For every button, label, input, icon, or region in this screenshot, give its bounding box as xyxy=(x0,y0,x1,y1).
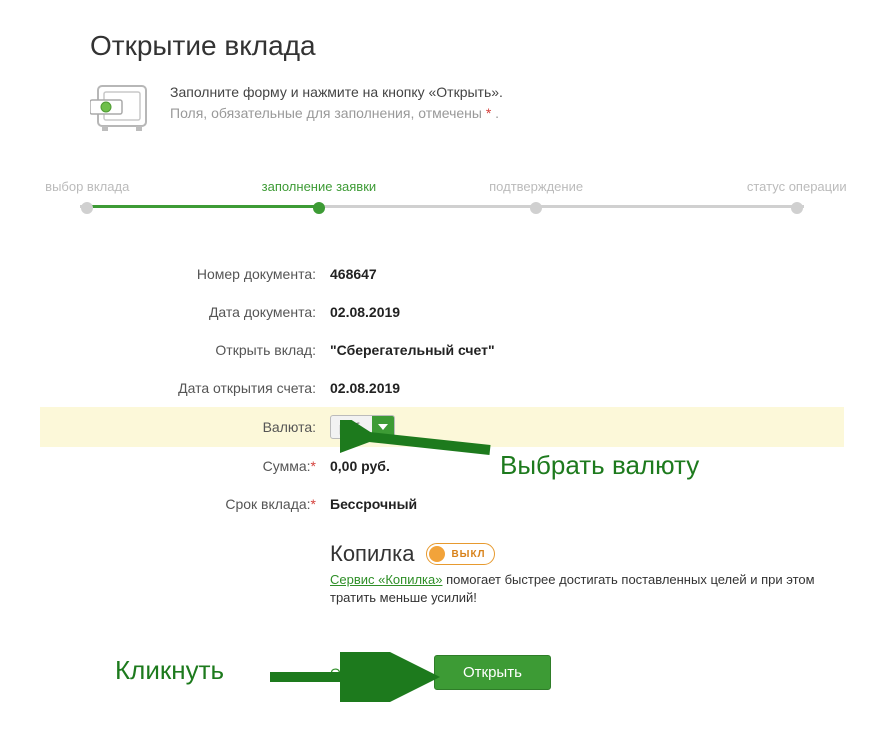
open-button[interactable]: Открыть xyxy=(434,655,551,690)
doc-date-label: Дата документа: xyxy=(40,304,330,320)
row-doc-date: Дата документа: 02.08.2019 xyxy=(40,293,844,331)
doc-number-value: 468647 xyxy=(330,266,377,282)
safe-icon xyxy=(90,82,150,139)
row-doc-number: Номер документа: 468647 xyxy=(40,255,844,293)
annotation-text-currency: Выбрать валюту xyxy=(500,450,699,481)
doc-date-value: 02.08.2019 xyxy=(330,304,400,320)
intro-line1: Заполните форму и нажмите на кнопку «Отк… xyxy=(170,82,503,103)
step-status: статус операции xyxy=(722,179,872,214)
progress-stepper: выбор вклада заполнение заявки подтвержд… xyxy=(80,179,804,215)
kopilka-block: Копилка ВЫКЛ Сервис «Копилка» помогает б… xyxy=(330,533,844,615)
kopilka-toggle[interactable]: ВЫКЛ xyxy=(426,543,494,565)
annotation-text-click: Кликнуть xyxy=(115,655,224,686)
intro-line2: Поля, обязательные для заполнения, отмеч… xyxy=(170,103,503,124)
toggle-label: ВЫКЛ xyxy=(451,549,485,560)
doc-number-label: Номер документа: xyxy=(40,266,330,282)
intro-block: Заполните форму и нажмите на кнопку «Отк… xyxy=(90,82,844,139)
account-open-date-value: 02.08.2019 xyxy=(330,380,400,396)
kopilka-link[interactable]: Сервис «Копилка» xyxy=(330,572,442,587)
step-choose-deposit: выбор вклада xyxy=(12,179,162,214)
row-term: Срок вклада:* Бессрочный xyxy=(40,485,844,523)
kopilka-title: Копилка xyxy=(330,541,414,567)
amount-label: Сумма:* xyxy=(40,458,330,474)
kopilka-desc: Сервис «Копилка» помогает быстрее достиг… xyxy=(330,571,844,607)
row-account-open-date: Дата открытия счета: 02.08.2019 xyxy=(40,369,844,407)
term-value: Бессрочный xyxy=(330,496,417,512)
toggle-knob-icon xyxy=(429,546,445,562)
page-title: Открытие вклада xyxy=(90,30,844,62)
annotation-arrow-currency xyxy=(340,420,500,470)
row-open-deposit: Открыть вклад: "Сберегательный счет" xyxy=(40,331,844,369)
account-open-date-label: Дата открытия счета: xyxy=(40,380,330,396)
annotation-arrow-click xyxy=(260,652,440,702)
step-confirm: подтверждение xyxy=(461,179,611,214)
currency-label: Валюта: xyxy=(40,419,330,435)
term-label: Срок вклада:* xyxy=(40,496,330,512)
open-deposit-value: "Сберегательный счет" xyxy=(330,342,495,358)
open-deposit-label: Открыть вклад: xyxy=(40,342,330,358)
step-fill-form: заполнение заявки xyxy=(244,179,394,214)
